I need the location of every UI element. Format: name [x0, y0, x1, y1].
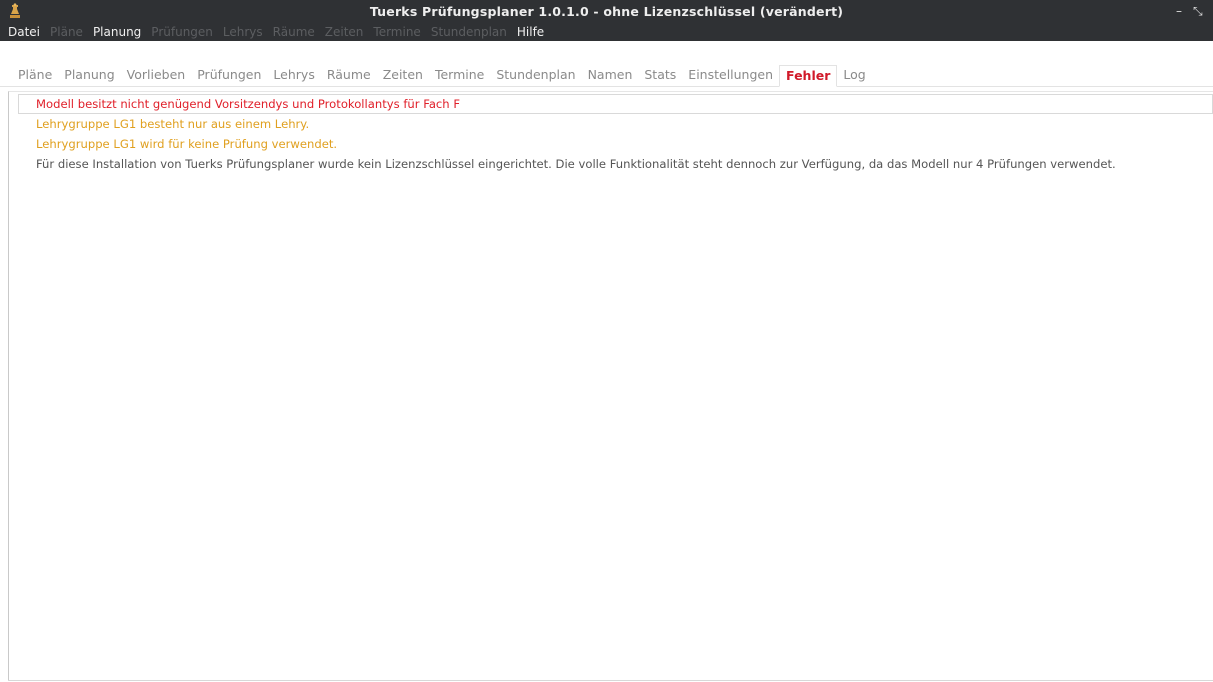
panel-bottom-border: [8, 680, 1213, 681]
tab-namen[interactable]: Namen: [582, 66, 639, 86]
window-title: Tuerks Prüfungsplaner 1.0.1.0 - ohne Liz…: [369, 3, 844, 19]
menu-raeume: Räume: [272, 24, 315, 39]
tab-log[interactable]: Log: [837, 66, 871, 86]
tab-raeume[interactable]: Räume: [321, 66, 377, 86]
menu-plaene: Pläne: [50, 24, 83, 39]
menu-termine: Termine: [373, 24, 421, 39]
error-panel: Modell besitzt nicht genügend Vorsitzend…: [8, 91, 1213, 681]
menu-datei[interactable]: Datei: [3, 25, 45, 39]
menu-zeiten: Zeiten: [324, 24, 364, 39]
tab-planung[interactable]: Planung: [58, 66, 120, 86]
menu-hilfe[interactable]: Hilfe: [512, 25, 549, 39]
list-item[interactable]: Für diese Installation von Tuerks Prüfun…: [9, 154, 1213, 174]
list-item[interactable]: Lehrygruppe LG1 wird für keine Prüfung v…: [9, 134, 1213, 154]
app-chess-icon[interactable]: [8, 3, 22, 19]
menu-stundenplan: Stundenplan: [430, 24, 507, 39]
restore-button[interactable]: ⤡: [1193, 3, 1203, 19]
tab-zeiten[interactable]: Zeiten: [377, 66, 429, 86]
menu-pruefungen: Prüfungen: [151, 24, 213, 39]
tab-pruefungen[interactable]: Prüfungen: [191, 66, 267, 86]
tab-stats[interactable]: Stats: [638, 66, 682, 86]
tab-stundenplan[interactable]: Stundenplan: [490, 66, 581, 86]
tab-fehler[interactable]: Fehler: [779, 65, 838, 87]
list-item[interactable]: Modell besitzt nicht genügend Vorsitzend…: [18, 94, 1213, 114]
tab-bar: Pläne Planung Vorlieben Prüfungen Lehrys…: [0, 63, 1213, 87]
tab-plaene[interactable]: Pläne: [12, 66, 58, 86]
minimize-button[interactable]: –: [1176, 3, 1182, 19]
message-list: Modell besitzt nicht genügend Vorsitzend…: [9, 94, 1213, 174]
title-bar: Tuerks Prüfungsplaner 1.0.1.0 - ohne Liz…: [0, 0, 1213, 22]
tab-einstellungen[interactable]: Einstellungen: [682, 66, 779, 86]
menu-planung[interactable]: Planung: [88, 25, 146, 39]
list-item[interactable]: Lehrygruppe LG1 besteht nur aus einem Le…: [9, 114, 1213, 134]
menu-bar: Datei Pläne Planung Prüfungen Lehrys Räu…: [0, 22, 1213, 41]
menu-lehrys: Lehrys: [222, 24, 263, 39]
tab-vorlieben[interactable]: Vorlieben: [121, 66, 192, 86]
tab-termine[interactable]: Termine: [429, 66, 490, 86]
tab-lehrys[interactable]: Lehrys: [267, 66, 320, 86]
